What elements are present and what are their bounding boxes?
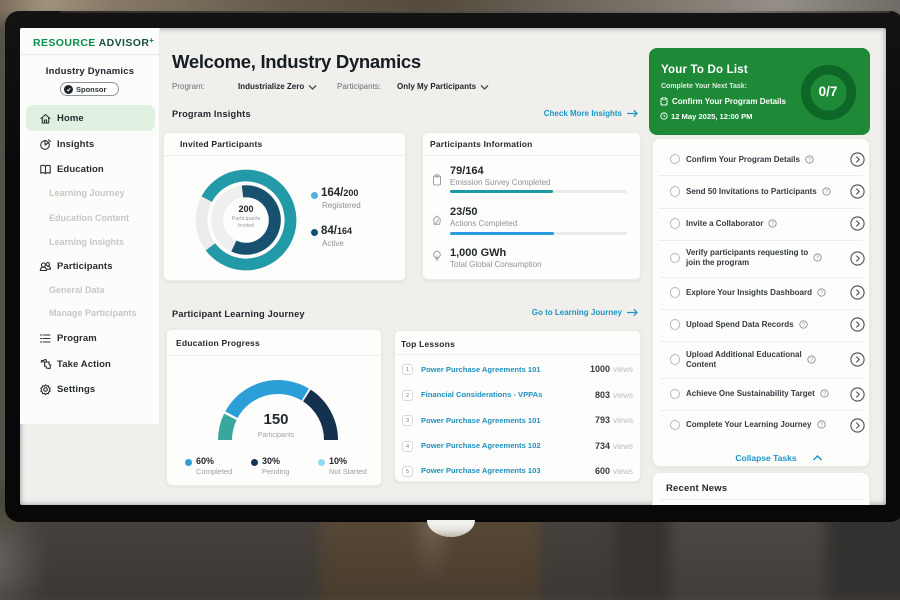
svg-text:?: ? — [802, 323, 805, 329]
svg-text:?: ? — [810, 358, 813, 364]
svg-text:?: ? — [808, 157, 811, 163]
svg-text:?: ? — [823, 392, 826, 398]
svg-text:?: ? — [819, 423, 822, 429]
svg-text:?: ? — [825, 190, 828, 196]
svg-text:?: ? — [816, 256, 819, 262]
svg-text:?: ? — [820, 290, 823, 296]
svg-text:?: ? — [771, 222, 774, 228]
